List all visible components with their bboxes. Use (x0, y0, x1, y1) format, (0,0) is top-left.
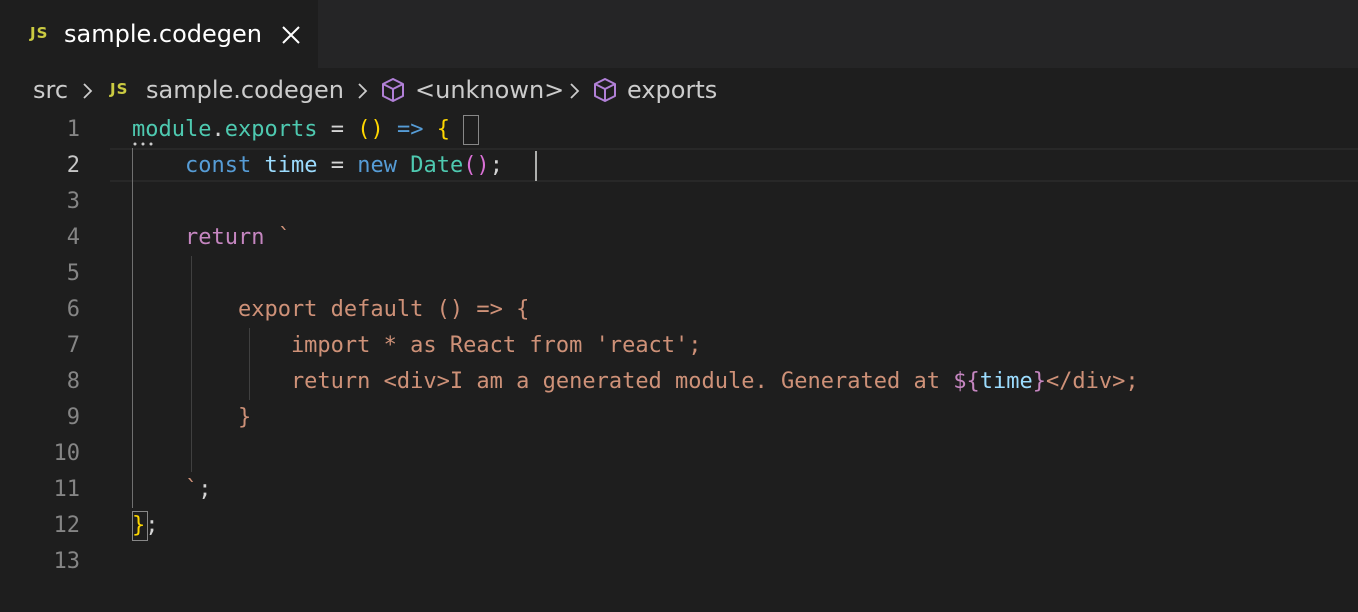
code-token: time (979, 369, 1033, 394)
code-token: = (317, 153, 358, 178)
line-number: 10 (53, 441, 81, 466)
code-token: } (132, 405, 252, 430)
code-line[interactable]: return ` (132, 220, 291, 256)
line-number: 5 (66, 261, 80, 286)
code-token: ` (132, 477, 199, 502)
line-number: 9 (66, 405, 80, 430)
code-token: . (211, 117, 225, 142)
code-line[interactable]: } (132, 400, 251, 436)
tab-title: sample.codegen (64, 20, 262, 48)
cube-icon (594, 78, 616, 102)
code-token: const (184, 153, 252, 178)
text-cursor (535, 151, 537, 181)
code-token: } (132, 513, 146, 538)
chevron-right-icon (83, 83, 93, 99)
tab-bar: JS sample.codegen (0, 0, 1358, 68)
code-token: () (357, 117, 384, 142)
line-number: 12 (53, 513, 81, 538)
line-number: 3 (66, 189, 80, 214)
code-token: export default () => { (132, 297, 530, 322)
js-file-icon: JS (110, 80, 129, 98)
code-token: ; (198, 477, 212, 502)
code-line[interactable]: module.exports = () => { (132, 112, 450, 148)
code-token: import * as React from 'react'; (132, 333, 702, 358)
code-token: () (463, 153, 490, 178)
chevron-right-icon (358, 83, 368, 99)
code-token: new (357, 153, 397, 178)
code-token: ${ (953, 369, 980, 394)
code-token: return <div>I am a generated module. Gen… (132, 369, 954, 394)
code-token: } (1032, 369, 1046, 394)
line-number: 2 (66, 153, 80, 178)
code-token: ` (264, 225, 291, 250)
code-line[interactable]: return <div>I am a generated module. Gen… (132, 364, 1139, 400)
cube-icon (382, 78, 404, 102)
code-line[interactable]: export default () => { (132, 292, 529, 328)
close-icon[interactable] (280, 24, 302, 46)
bracket-match-highlight (463, 115, 479, 145)
code-editor[interactable]: 1 2 3 4 5 6 7 8 9 10 11 12 13 module.exports = () =>… (0, 112, 1358, 612)
breadcrumb-item-exports[interactable]: exports (627, 74, 717, 106)
code-token: Date (410, 153, 464, 178)
code-token: => (396, 117, 424, 142)
breadcrumb-item-src[interactable]: src (33, 74, 68, 106)
code-line[interactable]: `; (132, 472, 212, 508)
js-file-icon: JS (30, 24, 49, 42)
code-token: exports (224, 117, 318, 142)
code-line[interactable]: }; (132, 508, 159, 544)
code-token: return (184, 225, 265, 250)
line-number: 1 (66, 117, 80, 142)
breadcrumb-item-file[interactable]: sample.codegen (146, 74, 344, 106)
code-line[interactable]: const time = new Date(); (132, 148, 503, 184)
line-number: 11 (53, 477, 81, 502)
line-number: 8 (66, 369, 80, 394)
code-token: { (436, 117, 450, 142)
line-number: 6 (66, 297, 80, 322)
breadcrumb: src JS sample.codegen <unknown> exports (0, 68, 1358, 112)
line-number: 4 (66, 225, 80, 250)
code-token: ; (145, 513, 159, 538)
editor-tab-sample-codegen[interactable]: JS sample.codegen (0, 0, 318, 68)
code-token: ; (489, 153, 503, 178)
line-number: 13 (53, 549, 81, 574)
code-token: time (264, 153, 318, 178)
code-token: module (132, 117, 212, 142)
line-number: 7 (66, 333, 80, 358)
code-line[interactable]: import * as React from 'react'; (132, 328, 702, 364)
code-token: </div>; (1045, 369, 1139, 394)
code-token: = (317, 117, 358, 142)
chevron-right-icon (570, 83, 580, 99)
breadcrumb-item-unknown[interactable]: <unknown> (415, 74, 564, 106)
